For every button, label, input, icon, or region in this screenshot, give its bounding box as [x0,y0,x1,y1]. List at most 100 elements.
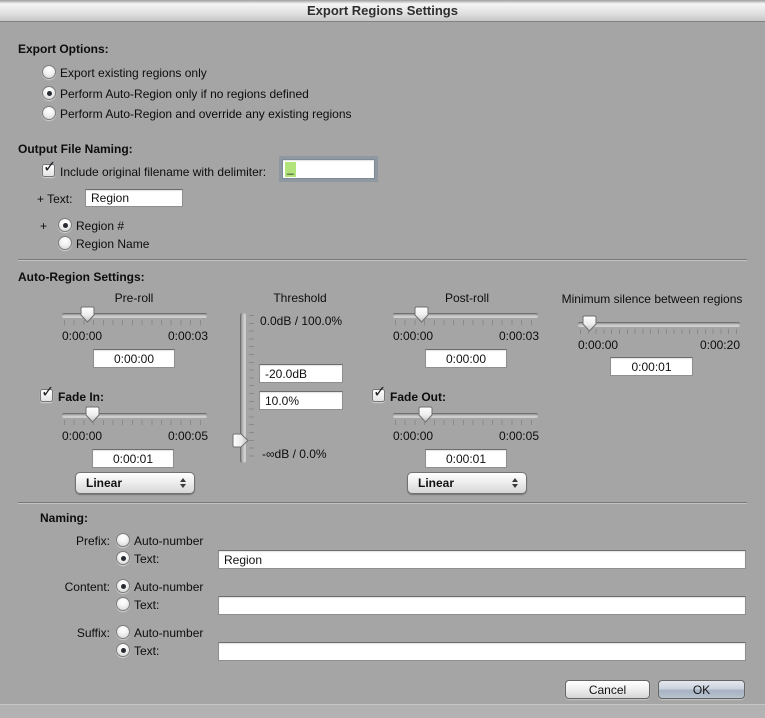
section-divider [18,502,747,504]
min-silence-slider[interactable] [578,322,740,326]
delimiter-selected-text: _ [285,162,296,177]
radio-auto-region-override-label[interactable]: Perform Auto-Region and override any exi… [60,107,352,121]
fade-in-label[interactable]: Fade In: [58,390,104,404]
delimiter-input[interactable]: _ [282,159,375,179]
content-auto-number-radio[interactable] [116,579,130,593]
fade-out-max-label: 0:00:05 [491,429,539,443]
min-silence-min-label: 0:00:00 [578,338,618,352]
plus-symbol: + [40,219,47,233]
include-filename-checkbox[interactable]: ✓ [42,164,55,177]
pre-roll-value-input[interactable] [93,349,175,368]
fade-in-curve-dropdown[interactable]: Linear [75,472,195,494]
radio-dot-icon [121,584,126,589]
checkmark-icon: ✓ [373,382,386,402]
fade-in-min-label: 0:00:00 [62,429,102,443]
radio-dot-icon [121,556,126,561]
min-silence-ticks [580,329,739,334]
min-silence-title: Minimum silence between regions [557,292,747,306]
fade-in-slider[interactable] [62,413,207,417]
plus-text-label: + Text: [37,192,72,206]
pre-roll-min-label: 0:00:00 [62,329,102,343]
content-text-label[interactable]: Text: [134,598,159,612]
fade-out-min-label: 0:00:00 [393,429,433,443]
threshold-bottom-label: -∞dB / 0.0% [262,447,327,461]
fade-in-checkbox[interactable]: ✓ [40,389,53,402]
post-roll-min-label: 0:00:00 [393,329,433,343]
threshold-slider-thumb[interactable] [232,433,249,448]
window-bottom-edge [0,704,765,718]
suffix-text-label[interactable]: Text: [134,644,159,658]
fade-out-ticks [395,420,537,425]
radio-dot-icon [47,91,52,96]
radio-export-existing-only[interactable] [42,65,56,79]
export-options-header: Export Options: [18,42,109,56]
pre-roll-ticks [64,320,206,325]
threshold-db-input[interactable] [259,364,343,383]
pre-roll-max-label: 0:00:03 [160,329,208,343]
title-bar: Export Regions Settings [0,0,765,22]
post-roll-title: Post-roll [393,291,541,305]
threshold-percent-input[interactable] [259,391,343,410]
prefix-auto-number-radio[interactable] [116,533,130,547]
stepper-arrows-icon [512,478,518,489]
prefix-text-label[interactable]: Text: [134,552,159,566]
pre-roll-title: Pre-roll [60,291,208,305]
prefix-text-radio[interactable] [116,551,130,565]
radio-region-name[interactable] [58,236,72,250]
radio-dot-icon [121,648,126,653]
fade-out-curve-dropdown[interactable]: Linear [407,472,527,494]
fade-in-value-input[interactable] [92,449,174,468]
min-silence-max-label: 0:00:20 [692,338,740,352]
radio-auto-region-if-none[interactable] [42,86,56,100]
fade-out-value-input[interactable] [425,449,507,468]
content-text-radio[interactable] [116,597,130,611]
suffix-auto-number-radio[interactable] [116,625,130,639]
checkmark-icon: ✓ [43,157,56,177]
radio-export-existing-only-label[interactable]: Export existing regions only [60,66,207,80]
ok-button[interactable]: OK [658,680,745,699]
suffix-label: Suffix: [40,626,110,640]
export-regions-settings-dialog: Export Regions Settings Export Options: … [0,0,765,718]
fade-in-ticks [64,420,206,425]
suffix-text-radio[interactable] [116,643,130,657]
post-roll-ticks [395,320,537,325]
threshold-top-label: 0.0dB / 100.0% [260,314,342,328]
checkmark-icon: ✓ [41,382,54,402]
fade-out-slider[interactable] [393,413,538,417]
naming-header: Naming: [40,511,88,525]
suffix-auto-number-label[interactable]: Auto-number [134,626,203,640]
ok-button-label: OK [693,683,710,697]
radio-region-name-label[interactable]: Region Name [76,237,149,251]
post-roll-max-label: 0:00:03 [491,329,539,343]
cancel-button-label: Cancel [589,683,626,697]
fade-out-curve-value: Linear [408,476,512,490]
window-title: Export Regions Settings [307,3,458,18]
radio-region-number-label[interactable]: Region # [76,219,124,233]
fade-in-max-label: 0:00:05 [160,429,208,443]
section-divider [18,259,747,261]
radio-region-number[interactable] [58,218,72,232]
prefix-auto-number-label[interactable]: Auto-number [134,534,203,548]
fade-out-checkbox[interactable]: ✓ [372,389,385,402]
threshold-ticks [249,315,254,461]
fade-in-curve-value: Linear [76,476,180,490]
content-label: Content: [40,580,110,594]
auto-region-settings-header: Auto-Region Settings: [18,270,145,284]
cancel-button[interactable]: Cancel [565,680,650,699]
threshold-title: Threshold [240,291,360,305]
prefix-label: Prefix: [40,534,110,548]
radio-auto-region-if-none-label[interactable]: Perform Auto-Region only if no regions d… [60,87,309,101]
include-filename-label[interactable]: Include original filename with delimiter… [60,165,266,179]
fade-out-label[interactable]: Fade Out: [390,390,446,404]
prefix-text-input[interactable] [218,550,746,569]
radio-dot-icon [63,223,68,228]
stepper-arrows-icon [180,478,186,489]
content-text-input[interactable] [218,596,746,615]
output-file-naming-header: Output File Naming: [18,142,133,156]
min-silence-value-input[interactable] [610,357,693,376]
content-auto-number-label[interactable]: Auto-number [134,580,203,594]
radio-auto-region-override[interactable] [42,106,56,120]
text-input[interactable] [85,189,183,207]
post-roll-value-input[interactable] [425,349,507,368]
suffix-text-input[interactable] [218,642,746,661]
